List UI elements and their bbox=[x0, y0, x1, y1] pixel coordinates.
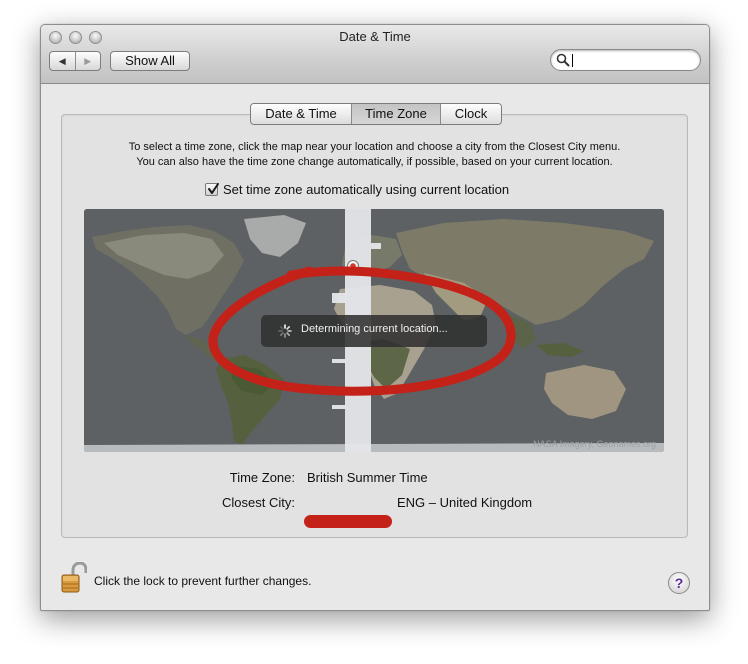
show-all-button[interactable]: Show All bbox=[110, 51, 190, 71]
window-toolbar: Date & Time ◀ ▶ Show All bbox=[41, 25, 709, 84]
tab-clock[interactable]: Clock bbox=[440, 104, 501, 124]
auto-timezone-row: Set time zone automatically using curren… bbox=[205, 182, 509, 197]
search-icon bbox=[556, 53, 570, 67]
checkmark-icon bbox=[208, 183, 219, 194]
auto-timezone-checkbox[interactable] bbox=[205, 183, 219, 196]
help-button[interactable]: ? bbox=[668, 572, 690, 594]
location-status-text: Determining current location... bbox=[301, 323, 448, 335]
back-arrow-icon[interactable]: ◀ bbox=[50, 52, 75, 70]
closest-city-label: Closest City: bbox=[222, 495, 295, 510]
tab-bar: Date & Time Time Zone Clock bbox=[250, 103, 502, 125]
search-input[interactable] bbox=[571, 52, 691, 68]
instructions-text: To select a time zone, click the map nea… bbox=[61, 140, 688, 170]
timezone-label: Time Zone: bbox=[229, 470, 295, 485]
search-field[interactable] bbox=[550, 49, 701, 71]
lock-message: Click the lock to prevent further change… bbox=[94, 574, 312, 588]
closest-city-value[interactable]: ENG – United Kingdom bbox=[397, 495, 532, 510]
auto-timezone-label: Set time zone automatically using curren… bbox=[223, 182, 510, 197]
map-credit: NASA Imagery, Geonames.org bbox=[533, 439, 656, 449]
location-status-hud: Determining current location... bbox=[261, 315, 487, 347]
back-forward-control: ◀ ▶ bbox=[49, 51, 101, 71]
redaction-mark bbox=[304, 515, 392, 528]
preferences-window: Date & Time ◀ ▶ Show All Date & Time Tim… bbox=[40, 24, 710, 611]
instructions-line-1: To select a time zone, click the map nea… bbox=[128, 141, 621, 153]
forward-arrow-icon[interactable]: ▶ bbox=[74, 52, 101, 70]
tab-date-time[interactable]: Date & Time bbox=[251, 104, 351, 124]
world-map[interactable]: Determining current location... NASA Ima… bbox=[84, 209, 664, 452]
location-pin-icon bbox=[347, 260, 359, 272]
instructions-line-2: You can also have the time zone change a… bbox=[136, 156, 613, 168]
spinner-icon bbox=[278, 324, 292, 338]
text-caret bbox=[572, 54, 573, 67]
window-title: Date & Time bbox=[339, 29, 411, 44]
timezone-value: British Summer Time bbox=[307, 470, 428, 485]
lock-icon[interactable] bbox=[61, 561, 88, 593]
tab-time-zone[interactable]: Time Zone bbox=[351, 104, 440, 124]
